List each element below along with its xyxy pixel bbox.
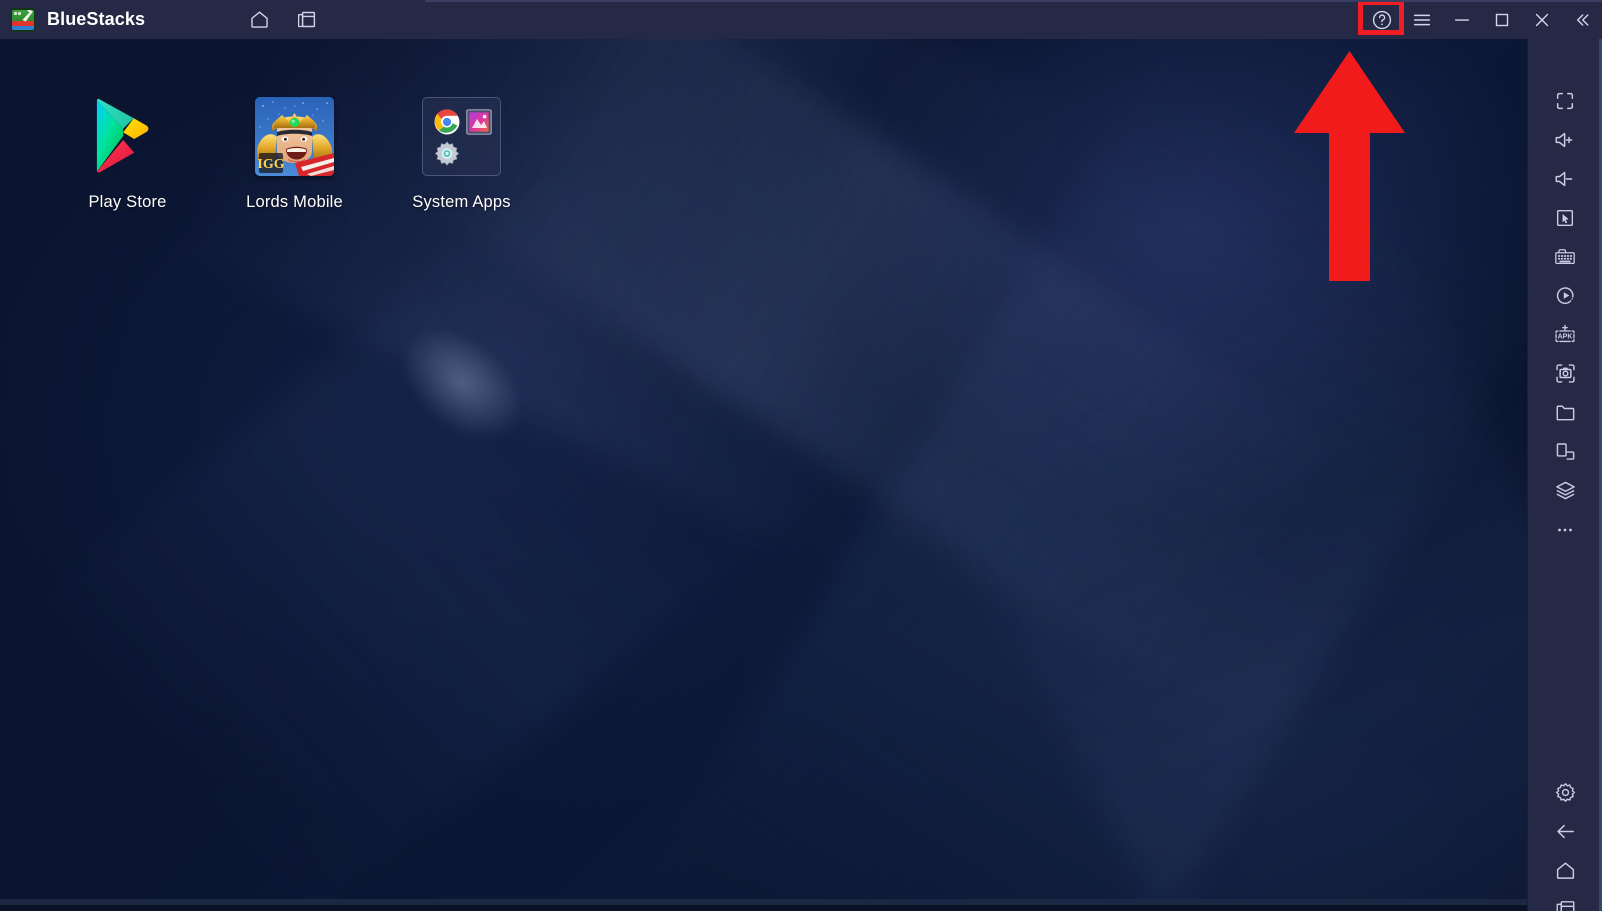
macro-recorder-icon (1554, 284, 1577, 307)
instances-button[interactable] (291, 5, 321, 35)
more-options-icon (1554, 519, 1576, 541)
app-label: Lords Mobile (246, 193, 343, 211)
app-icon-grid: Play Store IGG Lords Mobile System Apps (44, 96, 545, 212)
play-store-art (88, 96, 168, 176)
gallery-icon (466, 108, 492, 135)
window-controls (1358, 0, 1602, 39)
rotate-screen-icon (1554, 440, 1577, 463)
screen-bottom-strip (0, 899, 1527, 905)
maximize-button[interactable] (1482, 0, 1522, 39)
wallpaper-swoosh (909, 199, 1527, 905)
fullscreen-icon (1554, 90, 1576, 112)
svg-text:IGG: IGG (257, 157, 284, 172)
minimize-button[interactable] (1442, 0, 1482, 39)
keyboard-icon (1553, 246, 1577, 268)
sidebar-volume-down-button[interactable] (1528, 159, 1602, 198)
back-arrow-icon (1554, 820, 1577, 843)
sidebar-media-manager-button[interactable] (1528, 393, 1602, 432)
multi-instance-manager-icon (1554, 479, 1577, 502)
volume-up-icon (1553, 129, 1577, 151)
app-label: System Apps (412, 193, 511, 211)
system-apps-art (422, 96, 502, 176)
sidebar-home-button[interactable] (1528, 851, 1602, 890)
sidebar-rotate-button[interactable] (1528, 432, 1602, 471)
android-home-screen[interactable]: Play Store IGG Lords Mobile System Apps (0, 39, 1527, 905)
sidebar-recent-apps-button[interactable] (1528, 890, 1602, 911)
sidebar-more-button[interactable] (1528, 510, 1602, 549)
minimize-icon (1451, 9, 1473, 31)
bluestacks-logo (11, 7, 35, 32)
sidebar-screenshot-button[interactable] (1528, 354, 1602, 393)
media-manager-icon (1554, 401, 1577, 424)
recent-apps-icon (1554, 898, 1577, 911)
app-title: BlueStacks (47, 9, 146, 29)
close-icon (1531, 9, 1553, 31)
bluestacks-window: BlueStacks Play Store IGG Lords Mobile S… (0, 0, 1602, 911)
multi-instance-icon (296, 9, 317, 30)
sidebar-volume-up-button[interactable] (1528, 120, 1602, 159)
sidebar-keyboard-controls-button[interactable] (1528, 237, 1602, 276)
help-icon (1371, 9, 1393, 31)
hamburger-menu-icon (1411, 9, 1433, 31)
app-icon-system-apps[interactable]: System Apps (378, 96, 545, 212)
wallpaper-swoosh (639, 43, 1527, 905)
sidebar-settings-button[interactable] (1528, 773, 1602, 812)
collapse-sidebar-button[interactable] (1562, 0, 1602, 39)
lords-mobile-icon: IGG (255, 96, 334, 176)
collapse-chevrons-icon (1571, 9, 1593, 31)
lords-mobile-art: IGG (255, 96, 335, 176)
sidebar-game-controls-button[interactable] (1528, 198, 1602, 237)
app-icon-play-store[interactable]: Play Store (44, 96, 211, 212)
settings-gear-icon (1554, 781, 1577, 804)
settings-gear-icon (434, 140, 460, 166)
wallpaper-swoosh (26, 163, 834, 905)
window-drag-handle[interactable] (425, 0, 1602, 2)
menu-button[interactable] (1402, 0, 1442, 39)
home-icon (1554, 859, 1577, 882)
play-store-icon (92, 98, 164, 174)
title-bar: BlueStacks (0, 0, 1602, 39)
sidebar-multi-instance-button[interactable] (1528, 471, 1602, 510)
sidebar-macro-recorder-button[interactable] (1528, 276, 1602, 315)
screenshot-icon (1554, 362, 1577, 385)
titlebar-nav (244, 5, 321, 35)
wallpaper-glint (379, 304, 545, 464)
volume-down-icon (1553, 168, 1577, 190)
home-button[interactable] (244, 5, 274, 35)
cursor-pointer-icon (1554, 207, 1576, 229)
app-label: Play Store (88, 193, 167, 211)
svg-text:APK: APK (1558, 334, 1573, 341)
maximize-icon (1491, 9, 1513, 31)
help-button[interactable] (1358, 0, 1404, 39)
install-apk-icon: APK (1553, 323, 1577, 346)
close-button[interactable] (1522, 0, 1562, 39)
sidebar-back-button[interactable] (1528, 812, 1602, 851)
system-apps-folder-icon (422, 96, 501, 176)
app-icon-lords-mobile[interactable]: IGG Lords Mobile (211, 96, 378, 212)
bluestacks-sidebar: APK (1527, 39, 1602, 911)
home-icon (249, 9, 270, 30)
chrome-icon (434, 109, 460, 135)
sidebar-fullscreen-button[interactable] (1528, 81, 1602, 120)
wallpaper-swoosh (423, 39, 1337, 695)
sidebar-install-apk-button[interactable]: APK (1528, 315, 1602, 354)
